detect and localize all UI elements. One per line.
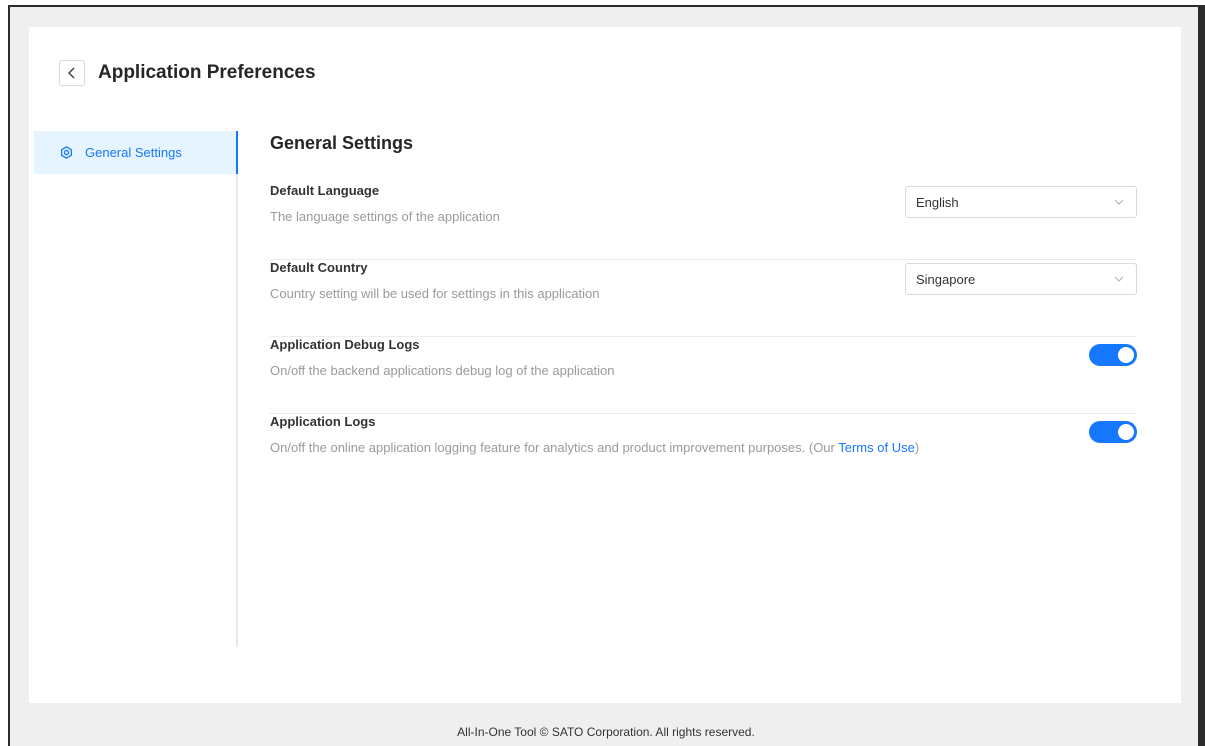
description-text: On/off the online application logging fe… xyxy=(270,440,839,455)
toggle-knob xyxy=(1118,347,1134,363)
language-select-value: English xyxy=(916,194,959,210)
settings-panel: General Settings Default Language The la… xyxy=(270,131,1137,491)
setting-description: Country setting will be used for setting… xyxy=(270,286,600,301)
page-header: Application Preferences xyxy=(59,60,316,86)
setting-title: Default Country xyxy=(270,260,368,275)
country-select-value: Singapore xyxy=(916,271,976,287)
setting-title: Application Debug Logs xyxy=(270,337,420,352)
sidebar-item-general-settings[interactable]: General Settings xyxy=(34,131,238,174)
terms-of-use-link[interactable]: Terms of Use xyxy=(838,440,915,455)
description-suffix: ) xyxy=(914,440,920,455)
sidebar: General Settings xyxy=(34,131,238,647)
toggle-knob xyxy=(1118,424,1134,440)
window-scrollbar[interactable] xyxy=(1200,5,1205,746)
setting-row-language: Default Language The language settings o… xyxy=(270,183,1137,260)
chevron-down-icon xyxy=(1114,199,1124,205)
app-logs-toggle[interactable] xyxy=(1089,421,1137,443)
setting-description: On/off the backend applications debug lo… xyxy=(270,363,615,378)
setting-row-debug-logs: Application Debug Logs On/off the backen… xyxy=(270,337,1137,414)
section-title: General Settings xyxy=(270,133,414,153)
setting-row-app-logs: Application Logs On/off the online appli… xyxy=(270,414,1137,491)
setting-row-country: Default Country Country setting will be … xyxy=(270,260,1137,337)
sidebar-item-label: General Settings xyxy=(85,145,182,160)
setting-description: The language settings of the application xyxy=(270,209,500,224)
country-select[interactable]: Singapore xyxy=(905,263,1137,295)
language-select[interactable]: English xyxy=(905,186,1137,218)
debug-logs-toggle[interactable] xyxy=(1089,344,1137,366)
setting-title: Application Logs xyxy=(270,414,376,429)
back-button[interactable] xyxy=(59,60,85,86)
page-title: Application Preferences xyxy=(98,62,316,83)
chevron-left-icon xyxy=(67,67,75,79)
setting-description: On/off the online application logging fe… xyxy=(270,440,919,455)
gear-icon xyxy=(61,146,72,159)
setting-title: Default Language xyxy=(270,183,380,198)
footer-copyright: All-In-One Tool © SATO Corporation. All … xyxy=(457,725,755,739)
chevron-down-icon xyxy=(1114,276,1124,282)
app-window: Application Preferences General Settings… xyxy=(8,5,1200,746)
